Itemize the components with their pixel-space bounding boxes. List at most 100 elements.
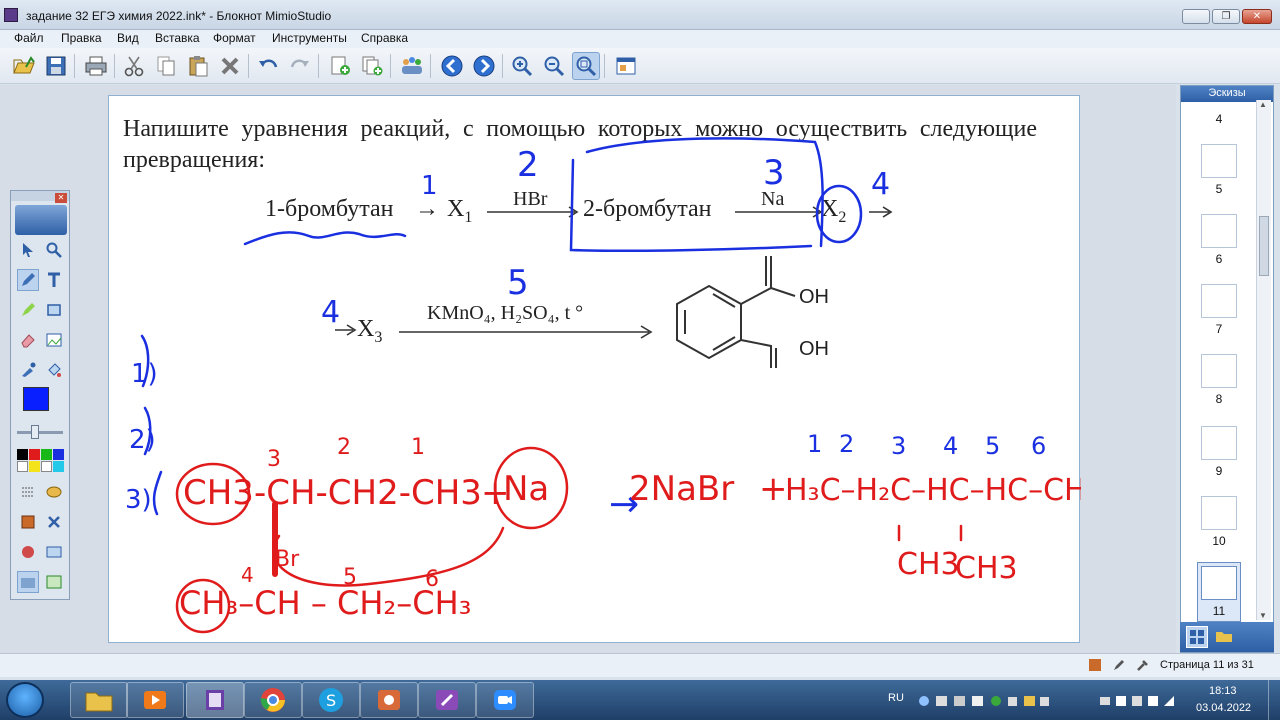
taskbar-explorer[interactable] (70, 682, 128, 718)
taskbar-powerpoint[interactable] (360, 682, 418, 718)
minimize-button[interactable] (1182, 9, 1210, 24)
zoom-in-button[interactable] (508, 52, 536, 80)
zoom-out-button[interactable] (540, 52, 568, 80)
thumbnail-7[interactable] (1201, 284, 1237, 318)
thumb-label-4[interactable]: 4 (1201, 112, 1237, 126)
thumbnails-scrollbar[interactable]: ▲ ▼ (1256, 100, 1271, 620)
forward-button[interactable] (470, 52, 498, 80)
taskbar-mimio[interactable] (186, 682, 244, 718)
thumb-label-8[interactable]: 8 (1201, 392, 1237, 406)
taskbar-zoom[interactable] (476, 682, 534, 718)
reveal-tool[interactable] (17, 511, 39, 533)
record-tool[interactable] (17, 541, 39, 563)
system-tray-icons[interactable] (1100, 694, 1180, 708)
menu-format[interactable]: Формат (213, 31, 256, 45)
svg-text:S: S (326, 691, 336, 710)
thumb-label-7[interactable]: 7 (1201, 322, 1237, 336)
eraser-tool[interactable] (17, 329, 39, 351)
tray-icons[interactable] (918, 694, 1050, 708)
screen-tool[interactable] (43, 541, 65, 563)
copy-icon (157, 56, 175, 76)
scroll-up-icon[interactable]: ▲ (1259, 100, 1267, 109)
scroll-down-icon[interactable]: ▼ (1259, 611, 1267, 620)
line-style-tool[interactable] (17, 481, 39, 503)
pen-tool[interactable] (17, 269, 39, 291)
thumbnail-9[interactable] (1201, 426, 1237, 460)
highlighter-tool[interactable] (17, 299, 39, 321)
zoom-tool[interactable] (43, 239, 65, 261)
menu-tools[interactable]: Инструменты (272, 31, 347, 45)
main-toolbar (0, 48, 1280, 84)
thumbnail-11[interactable] (1201, 566, 1237, 600)
thumb-label-5[interactable]: 5 (1201, 182, 1237, 196)
menu-help[interactable]: Справка (361, 31, 408, 45)
tools-settings[interactable] (43, 511, 65, 533)
note-tool[interactable] (43, 481, 65, 503)
menu-file[interactable]: Файл (14, 31, 44, 45)
capture-tool[interactable] (17, 571, 39, 593)
menu-view[interactable]: Вид (117, 31, 139, 45)
copy-button[interactable] (152, 52, 180, 80)
redo-button[interactable] (286, 52, 314, 80)
shape-tool[interactable] (43, 299, 65, 321)
clock-date[interactable]: 03.04.2022 (1196, 702, 1251, 714)
back-button[interactable] (438, 52, 466, 80)
thumb-label-9[interactable]: 9 (1201, 464, 1237, 478)
image-tool[interactable] (43, 329, 65, 351)
paste-button[interactable] (184, 52, 212, 80)
taskbar-onenote[interactable] (418, 682, 476, 718)
thumbnail-5[interactable] (1201, 144, 1237, 178)
folder-icon (1216, 632, 1232, 642)
pipette-tool[interactable] (17, 359, 39, 381)
select-tool[interactable] (17, 239, 39, 261)
wrench-status-icon[interactable] (1136, 658, 1150, 672)
thumbnail-10[interactable] (1201, 496, 1237, 530)
ink-br: Br (275, 547, 300, 572)
fill-tool[interactable] (43, 359, 65, 381)
gallery-button[interactable] (612, 52, 640, 80)
language-indicator[interactable]: RU (888, 692, 904, 704)
save-button[interactable] (42, 52, 70, 80)
thickness-slider-thumb[interactable] (31, 425, 39, 439)
pen-status-icon[interactable] (1112, 658, 1126, 672)
print-button[interactable] (82, 52, 110, 80)
gallery-view-button[interactable] (1214, 626, 1236, 648)
notebook-page[interactable]: Напишите уравнения реакций, с помощью ко… (108, 95, 1081, 643)
text-tool[interactable] (43, 269, 65, 291)
ink-layer: 1 2 3 4 4 5 1) 2) 3) → CH3-CH-CH2-CH3 Br… (125, 137, 1081, 634)
current-color-swatch[interactable] (23, 387, 49, 411)
duplicate-page-icon (362, 56, 383, 76)
record-status-icon[interactable] (1088, 658, 1102, 672)
collaborate-button[interactable] (398, 52, 426, 80)
menu-edit[interactable]: Правка (61, 31, 102, 45)
scroll-thumb[interactable] (1259, 216, 1269, 276)
show-desktop-button[interactable] (1268, 680, 1280, 720)
menu-insert[interactable]: Вставка (155, 31, 200, 45)
cut-button[interactable] (120, 52, 148, 80)
zoom-fit-button[interactable] (572, 52, 600, 80)
open-button[interactable] (10, 52, 38, 80)
new-page-button[interactable] (326, 52, 354, 80)
palette-close-button[interactable]: ✕ (55, 193, 67, 203)
taskbar-media[interactable] (126, 682, 184, 718)
thumbnail-6[interactable] (1201, 214, 1237, 248)
taskbar-skype[interactable]: S (302, 682, 360, 718)
color-grid[interactable] (17, 449, 65, 473)
maximize-button[interactable]: ❐ (1212, 9, 1240, 24)
taskbar-chrome[interactable] (244, 682, 302, 718)
clock-time[interactable]: 18:13 (1209, 685, 1237, 697)
start-button[interactable] (6, 682, 44, 718)
undo-button[interactable] (254, 52, 282, 80)
thumb-label-6[interactable]: 6 (1201, 252, 1237, 266)
thumb-label-11[interactable]: 11 (1201, 604, 1237, 618)
thickness-slider[interactable] (17, 431, 63, 434)
export-tool[interactable] (43, 571, 65, 593)
thumbnails-view-button[interactable] (1186, 626, 1208, 648)
thumb-label-10[interactable]: 10 (1201, 534, 1237, 548)
status-bar: Страница 11 из 31 (0, 653, 1280, 677)
magnifier-icon (46, 242, 62, 258)
close-button[interactable]: ✕ (1242, 9, 1272, 24)
delete-button[interactable] (216, 52, 244, 80)
thumbnail-8[interactable] (1201, 354, 1237, 388)
duplicate-page-button[interactable] (358, 52, 386, 80)
